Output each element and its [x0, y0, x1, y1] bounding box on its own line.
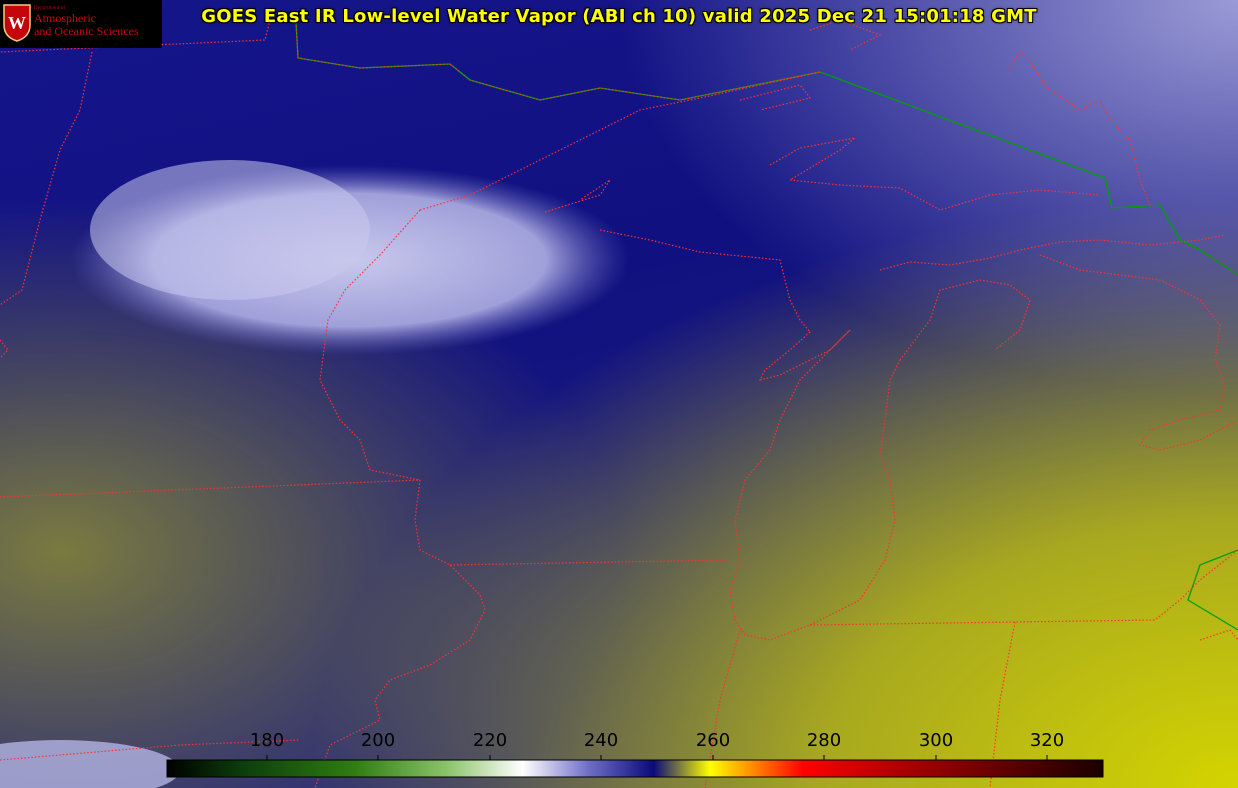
- water-vapor-map: [0, 0, 1238, 788]
- colorbar-tick-label: 240: [583, 730, 619, 751]
- satellite-map-view: W Department of Atmospheric and Oceanic …: [0, 0, 1238, 788]
- colorbar-tick-label: 300: [918, 730, 954, 751]
- colorbar-tick-label: 200: [360, 730, 396, 751]
- cloud-core: [90, 160, 370, 300]
- colorbar-tick-label: 260: [695, 730, 731, 751]
- image-title: GOES East IR Low-level Water Vapor (ABI …: [201, 6, 1037, 27]
- colorbar-tick-label: 280: [806, 730, 842, 751]
- moist-region-northeast: [0, 0, 1238, 788]
- colorbar-tick-label: 180: [249, 730, 285, 751]
- colorbar: [166, 759, 1104, 778]
- colorbar-tick-label: 220: [472, 730, 508, 751]
- colorbar-tick-label: 320: [1029, 730, 1065, 751]
